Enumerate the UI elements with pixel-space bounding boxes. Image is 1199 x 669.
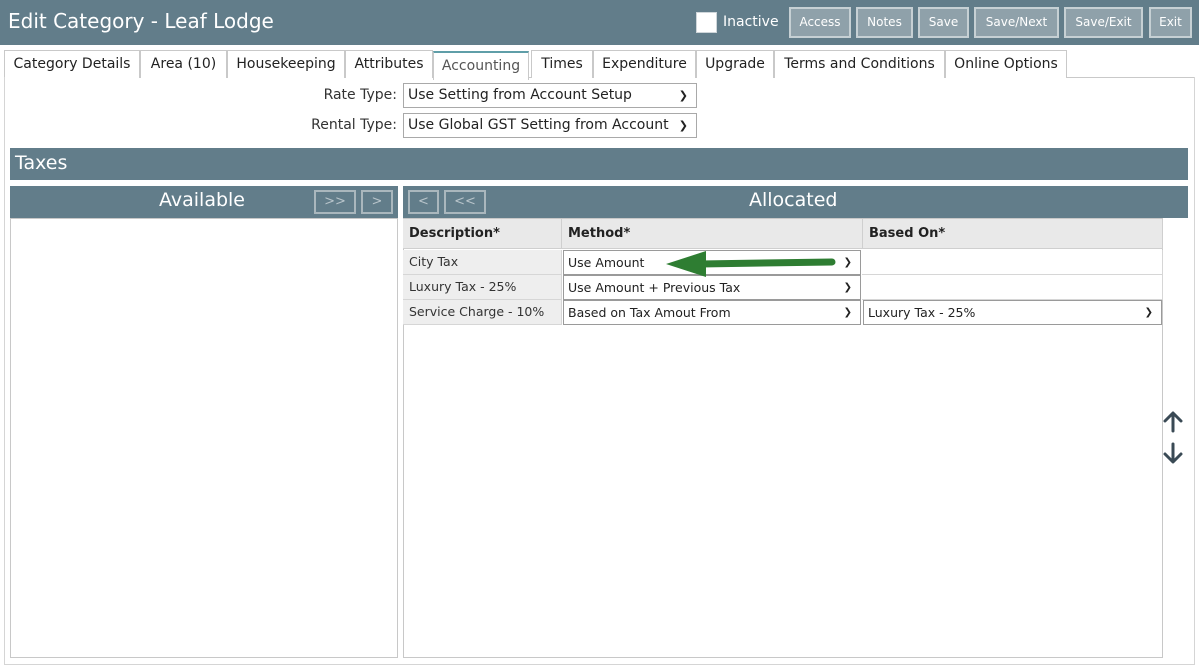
allocated-header: Allocated [403, 186, 1188, 218]
rental-type-value: Use Global GST Setting from Account [408, 117, 669, 133]
tab-upgrade[interactable]: Upgrade [696, 50, 774, 78]
table-row-description: Luxury Tax - 25% [403, 275, 562, 300]
access-button[interactable]: Access [789, 7, 851, 38]
remove-button[interactable]: < [408, 190, 439, 214]
chevron-down-icon: ❯ [1144, 307, 1153, 318]
rental-type-label: Rental Type: [311, 117, 397, 133]
add-all-button[interactable]: >> [314, 190, 356, 214]
arrow-down-icon[interactable] [1160, 440, 1186, 466]
chevron-down-icon: ❯ [843, 282, 852, 293]
tab-times[interactable]: Times [531, 50, 593, 78]
chevron-down-icon: ❯ [843, 307, 852, 318]
save-exit-button[interactable]: Save/Exit [1064, 7, 1143, 38]
tab-expenditure[interactable]: Expenditure [593, 50, 696, 78]
method-value: Use Amount [568, 255, 645, 270]
available-list[interactable] [10, 218, 398, 658]
tab-accounting[interactable]: Accounting [433, 51, 529, 80]
taxes-title: Taxes [15, 152, 68, 174]
allocated-title: Allocated [749, 189, 838, 211]
rate-type-value: Use Setting from Account Setup [408, 87, 632, 103]
add-button[interactable]: > [361, 190, 393, 214]
tab-attributes[interactable]: Attributes [345, 50, 433, 78]
inactive-checkbox[interactable] [696, 12, 717, 33]
column-header-description: Description* [403, 219, 562, 249]
rate-type-select[interactable]: Use Setting from Account Setup ❯ [403, 83, 697, 108]
page-title: Edit Category - Leaf Lodge [8, 9, 274, 33]
table-row-description: City Tax [403, 250, 562, 275]
chevron-down-icon: ❯ [843, 257, 852, 268]
based-on-cell [862, 250, 1163, 275]
chevron-down-icon: ❯ [678, 119, 688, 132]
method-select[interactable]: Use Amount + Previous Tax ❯ [563, 275, 861, 300]
method-value: Based on Tax Amout From [568, 305, 731, 320]
tab-online-options[interactable]: Online Options [945, 50, 1067, 78]
rental-type-select[interactable]: Use Global GST Setting from Account ❯ [403, 113, 697, 138]
column-header-method: Method* [562, 219, 863, 249]
chevron-down-icon: ❯ [678, 89, 688, 102]
tab-area[interactable]: Area (10) [140, 50, 227, 78]
tab-category-details[interactable]: Category Details [4, 50, 140, 78]
column-header-based-on: Based On* [863, 219, 1163, 249]
green-arrow-icon [666, 251, 836, 277]
based-on-cell [862, 275, 1163, 300]
header-bar: Edit Category - Leaf Lodge Inactive Acce… [0, 0, 1199, 45]
tab-housekeeping[interactable]: Housekeeping [227, 50, 345, 78]
rate-type-label: Rate Type: [323, 87, 397, 103]
exit-button[interactable]: Exit [1149, 7, 1192, 38]
method-value: Use Amount + Previous Tax [568, 280, 741, 295]
save-button[interactable]: Save [918, 7, 969, 38]
taxes-section-bar: Taxes [10, 148, 1188, 180]
arrow-up-icon[interactable] [1160, 409, 1186, 435]
based-on-value: Luxury Tax - 25% [868, 305, 976, 320]
available-title: Available [159, 189, 246, 211]
save-next-button[interactable]: Save/Next [974, 7, 1059, 38]
notes-button[interactable]: Notes [856, 7, 913, 38]
inactive-label: Inactive [723, 14, 779, 30]
tab-terms-and-conditions[interactable]: Terms and Conditions [774, 50, 945, 78]
method-select[interactable]: Based on Tax Amout From ❯ [563, 300, 861, 325]
based-on-select[interactable]: Luxury Tax - 25% ❯ [863, 300, 1162, 325]
remove-all-button[interactable]: << [444, 190, 486, 214]
table-row-description: Service Charge - 10% [403, 300, 562, 325]
